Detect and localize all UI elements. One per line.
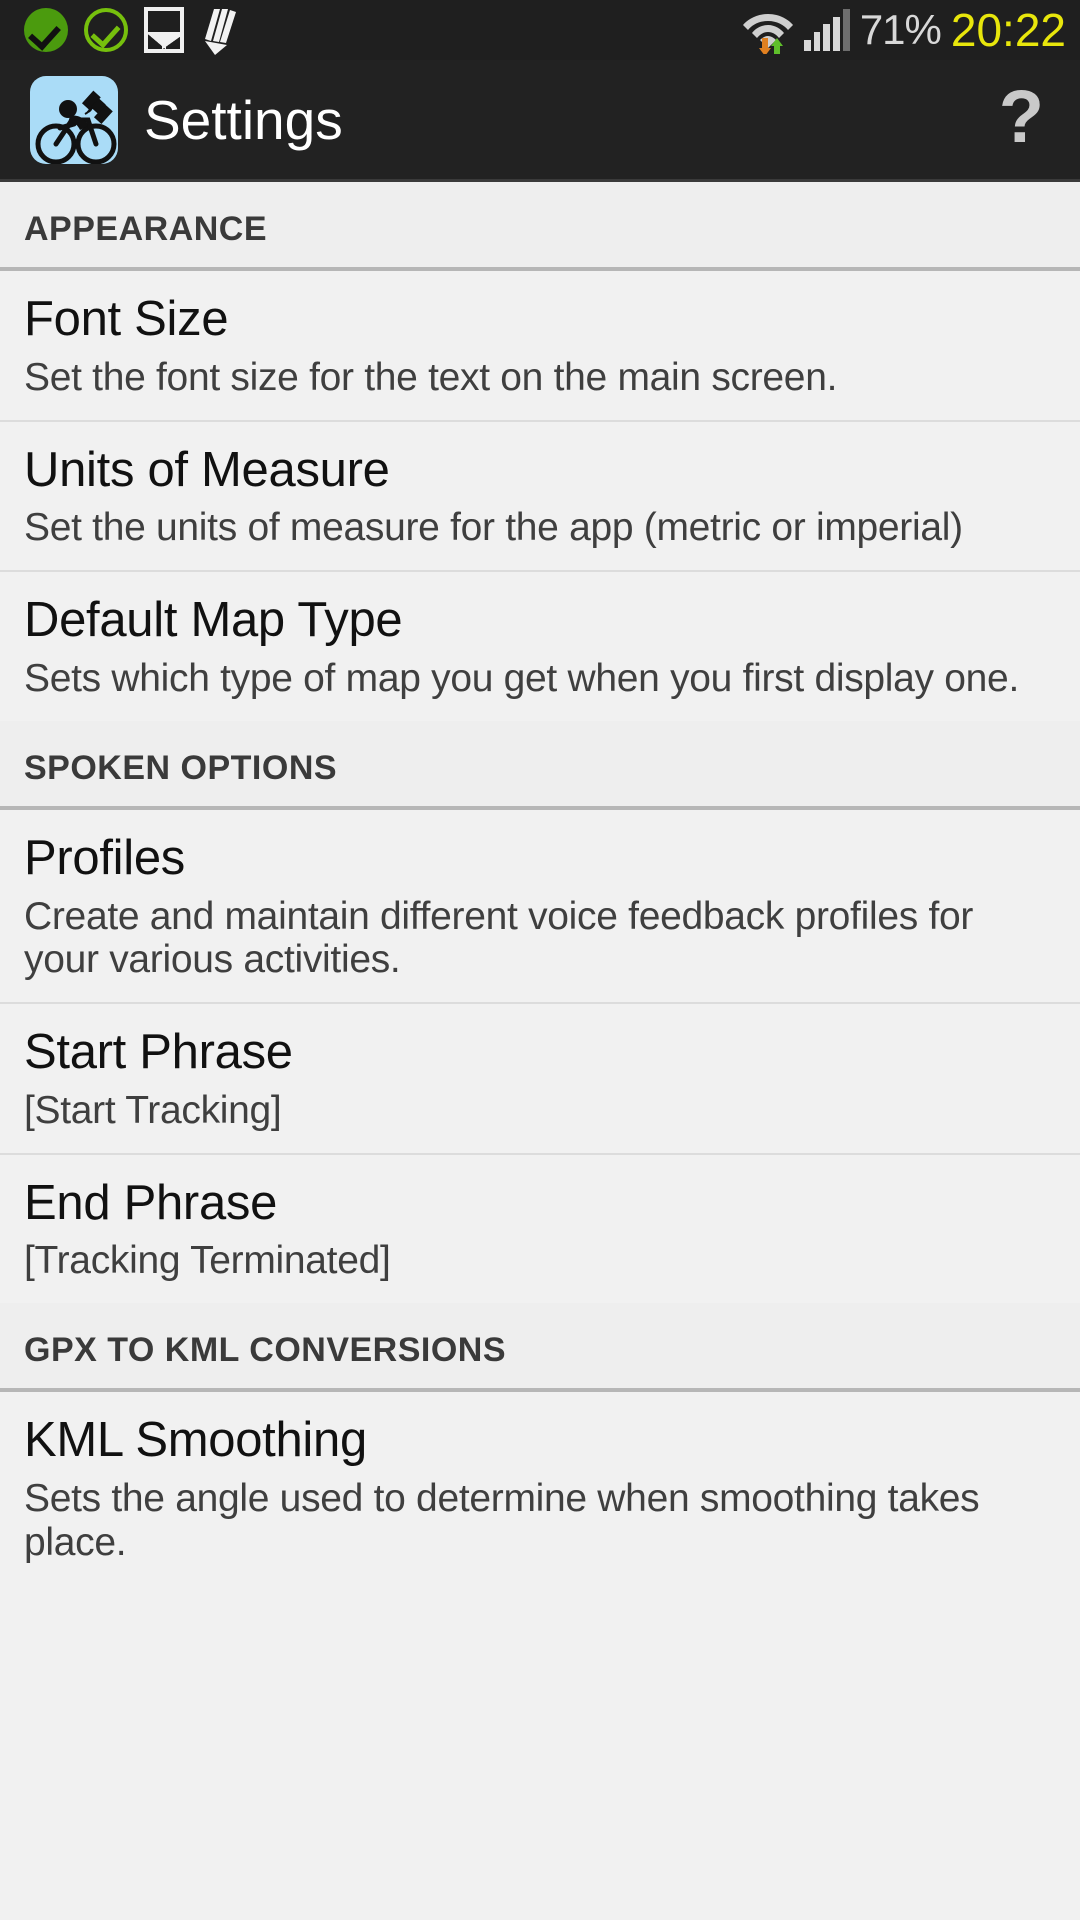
image-icon bbox=[144, 7, 184, 53]
check-outline-icon bbox=[84, 8, 128, 52]
section-header-spoken-options: SPOKEN OPTIONS bbox=[0, 720, 1080, 810]
pref-summary: Sets which type of map you get when you … bbox=[24, 657, 1019, 701]
pref-item-kml-smoothing[interactable]: KML Smoothing Sets the angle used to det… bbox=[0, 1392, 1080, 1585]
pref-item-profiles[interactable]: Profiles Create and maintain different v… bbox=[0, 809, 1080, 1004]
pref-title: Default Map Type bbox=[24, 593, 403, 648]
status-bar-right-icons: 71% 20:22 bbox=[742, 3, 1066, 57]
page-title: Settings bbox=[144, 88, 343, 151]
pref-item-end-phrase[interactable]: End Phrase [Tracking Terminated] bbox=[0, 1154, 1080, 1304]
section-header-gpx-to-kml-conversions: GPX TO KML CONVERSIONS bbox=[0, 1303, 1080, 1393]
pref-summary: Set the units of measure for the app (me… bbox=[24, 506, 963, 550]
status-bar-left-icons bbox=[24, 5, 240, 55]
pref-title: Start Phrase bbox=[24, 1024, 293, 1079]
check-filled-icon bbox=[24, 8, 68, 52]
pref-item-start-phrase[interactable]: Start Phrase [Start Tracking] bbox=[0, 1003, 1080, 1155]
settings-list[interactable]: APPEARANCE Font Size Set the font size f… bbox=[0, 182, 1080, 1920]
pref-title: Profiles bbox=[24, 830, 185, 885]
status-bar: 71% 20:22 bbox=[0, 0, 1080, 60]
action-bar: Settings ? bbox=[0, 60, 1080, 182]
pref-summary: Create and maintain different voice feed… bbox=[24, 894, 974, 982]
pref-title: Font Size bbox=[24, 292, 229, 346]
battery-percentage: 71% bbox=[859, 6, 942, 53]
pref-summary: [Tracking Terminated] bbox=[24, 1239, 391, 1283]
pref-title: Units of Measure bbox=[24, 442, 390, 497]
wifi-transfer-icon bbox=[742, 6, 794, 56]
section-header-appearance: APPEARANCE bbox=[0, 182, 1080, 271]
pref-title: KML Smoothing bbox=[24, 1413, 367, 1468]
pref-summary: Set the font size for the text on the ma… bbox=[24, 355, 838, 399]
pencil-icon bbox=[200, 5, 240, 55]
pref-item-default-map-type[interactable]: Default Map Type Sets which type of map … bbox=[0, 572, 1080, 721]
pref-summary: Sets the angle used to determine when sm… bbox=[24, 1477, 980, 1564]
help-icon[interactable]: ? bbox=[999, 79, 1044, 160]
pref-item-font-size[interactable]: Font Size Set the font size for the text… bbox=[0, 271, 1080, 422]
cellular-signal-icon bbox=[803, 9, 850, 51]
pref-item-units-of-measure[interactable]: Units of Measure Set the units of measur… bbox=[0, 421, 1080, 573]
cyclist-satellite-icon[interactable] bbox=[30, 75, 118, 164]
status-clock: 20:22 bbox=[950, 4, 1066, 56]
pref-summary: [Start Tracking] bbox=[24, 1088, 282, 1132]
pref-title: End Phrase bbox=[24, 1175, 278, 1230]
